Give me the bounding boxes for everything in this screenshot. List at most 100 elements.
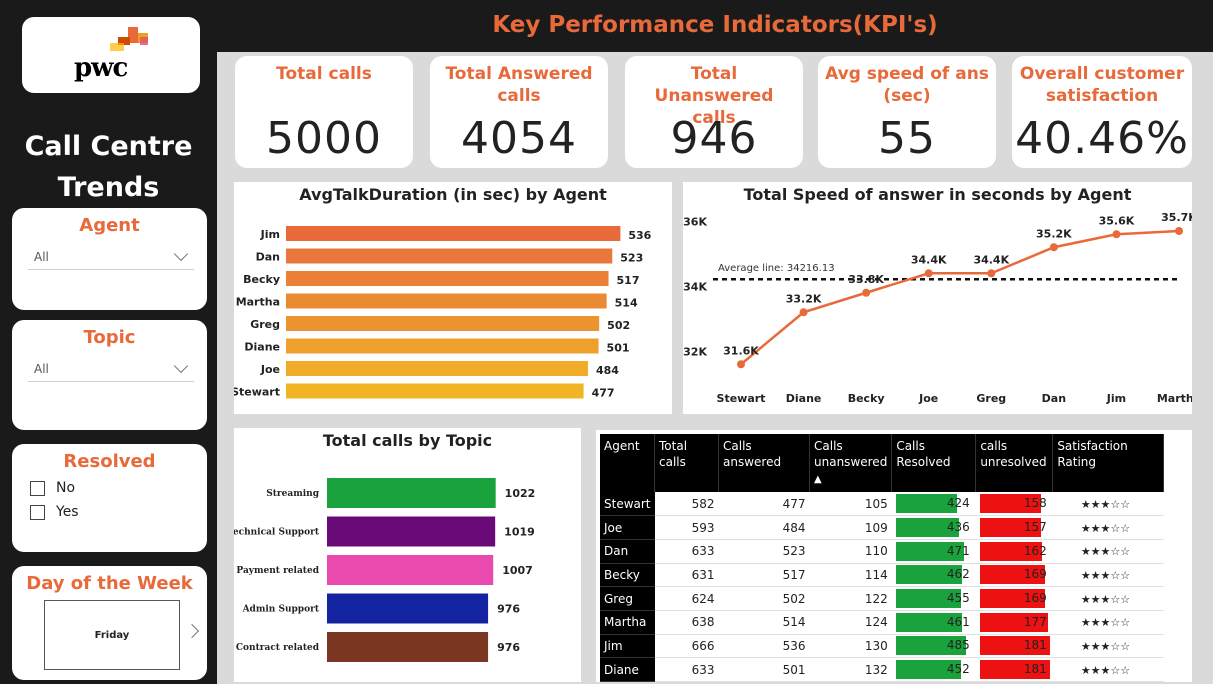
cell-calls-resolved: 424 [891,492,976,517]
table-row[interactable]: Jim 666 536 130 485 181 ★★★☆☆ [600,634,1164,659]
star-rating-icon: ★★★☆☆ [1080,616,1131,630]
x-tick-label: Joe [918,392,938,405]
kpi-value: 5000 [266,113,382,164]
agent-slicer-title: Agent [79,215,140,236]
cell-agent: Joe [600,515,655,540]
table-row[interactable]: Dan 633 523 110 471 162 ★★★☆☆ [600,539,1164,564]
agent-table: Agent Total calls Calls answered Calls u… [600,434,1165,682]
data-label: 502 [607,319,630,332]
data-bar-value: 181 [1023,662,1047,677]
cell-calls-unresolved: 177 [975,610,1053,635]
data-bar-value: 455 [946,591,970,606]
data-bar-value: 169 [1023,567,1047,582]
star-rating-icon: ★★★☆☆ [1080,521,1131,535]
data-point [799,308,808,317]
col-header-calls-answered[interactable]: Calls answered [718,434,811,492]
category-label: Diane [244,341,280,354]
resolved-option-no[interactable]: No [30,480,207,496]
bar [286,248,613,264]
col-header-calls-unanswered[interactable]: Calls unanswered ▲ [809,434,893,492]
cell-total-calls: 582 [654,492,719,517]
star-rating-icon: ★★★☆☆ [1080,592,1131,606]
data-bar-value: 157 [1023,520,1047,535]
cell-calls-unanswered: 110 [809,539,892,564]
dashboard: pwc Call Centre Trends Agent All Topic A… [0,0,1213,684]
day-tile-label: Friday [94,629,130,641]
table-row[interactable]: Diane 633 501 132 452 181 ★★★☆☆ [600,657,1164,682]
col-header-satisfaction[interactable]: Satisfaction Rating [1052,434,1165,492]
agent-dropdown[interactable]: All [28,244,194,270]
bar [286,271,609,286]
sidebar: pwc Call Centre Trends Agent All Topic A… [0,0,217,684]
bar [327,632,489,662]
data-bar-value: 462 [946,567,970,582]
table-row[interactable]: Becky 631 517 114 462 169 ★★★☆☆ [600,563,1164,588]
table-row[interactable]: Joe 593 484 109 436 157 ★★★☆☆ [600,515,1164,540]
cell-calls-resolved: 462 [891,563,976,588]
cell-calls-unresolved: 157 [975,515,1053,540]
topic-dropdown[interactable]: All [28,356,194,382]
bar [286,316,600,331]
data-point [1049,243,1058,252]
table-row[interactable]: Martha 638 514 124 461 177 ★★★☆☆ [600,610,1164,635]
cell-satisfaction-rating: ★★★☆☆ [1052,586,1164,611]
bar [286,338,599,354]
data-label: 33.8K [848,273,884,286]
cell-calls-unresolved: 158 [975,492,1053,517]
star-rating-icon: ★★★☆☆ [1080,639,1131,653]
y-tick-label: 32K [683,345,707,358]
cell-calls-answered: 536 [718,634,810,659]
data-label: 517 [617,274,640,287]
resolved-option-label: No [56,480,76,496]
cell-calls-resolved: 461 [891,610,976,635]
col-header-calls-resolved[interactable]: Calls Resolved [891,434,977,492]
data-bar: 181 [979,636,1050,656]
checkbox[interactable] [30,504,45,520]
data-bar: 436 [895,518,972,538]
average-line-label: Average line: 34216.13 [718,263,835,274]
checkbox[interactable] [30,480,45,496]
data-point [862,288,871,297]
table-row[interactable]: Stewart 582 477 105 424 158 ★★★☆☆ [600,492,1164,517]
pwc-logo-text: pwc [74,53,128,83]
data-bar-value: 452 [946,662,970,677]
data-bar-value: 169 [1023,591,1047,606]
chart-title: Total calls by Topic [322,431,493,450]
resolved-option-yes[interactable]: Yes [30,504,207,520]
pwc-logo: pwc [22,17,200,93]
data-bar-value: 181 [1023,638,1047,653]
data-bar-value: 471 [946,543,970,558]
data-label: 35.7K [1161,211,1192,224]
data-bar: 177 [979,612,1049,632]
col-header-total-calls[interactable]: Total calls [654,434,720,492]
col-header-agent[interactable]: Agent [600,434,656,492]
star-rating-icon: ★★★☆☆ [1080,545,1131,559]
bar [286,226,621,241]
cell-satisfaction-rating: ★★★☆☆ [1052,539,1164,564]
category-label: Martha [236,296,280,309]
kpi-card-answered: Total Answered calls 4054 [430,56,608,168]
cell-satisfaction-rating: ★★★☆☆ [1052,492,1164,517]
data-point [1175,227,1183,235]
kpi-label: Overall customer satisfaction [1019,64,1185,106]
data-label: 33.2K [786,292,822,305]
kpi-card-avg-speed: Avg speed of ans (sec) 55 [818,56,996,168]
cell-calls-answered: 484 [718,515,810,540]
category-label: Greg [250,318,280,331]
category-label: Technical Support [234,528,320,538]
cell-total-calls: 633 [654,657,719,682]
data-bar: 462 [895,565,972,585]
data-label: 536 [628,229,651,242]
table-row[interactable]: Greg 624 502 122 455 169 ★★★☆☆ [600,586,1164,611]
chevron-right-icon[interactable] [184,623,200,639]
topic-slicer: Topic All [12,320,207,430]
chevron-down-icon [173,246,189,261]
day-tile-friday[interactable]: Friday [44,600,180,670]
data-label: 484 [596,364,619,377]
col-header-label: Calls unanswered [814,439,888,469]
cell-calls-resolved: 452 [891,657,976,682]
col-header-calls-unresolved[interactable]: calls unresolved [975,434,1054,492]
data-label: 976 [497,641,520,654]
x-tick-label: Jim [1106,392,1126,405]
cell-calls-unanswered: 124 [809,610,892,635]
